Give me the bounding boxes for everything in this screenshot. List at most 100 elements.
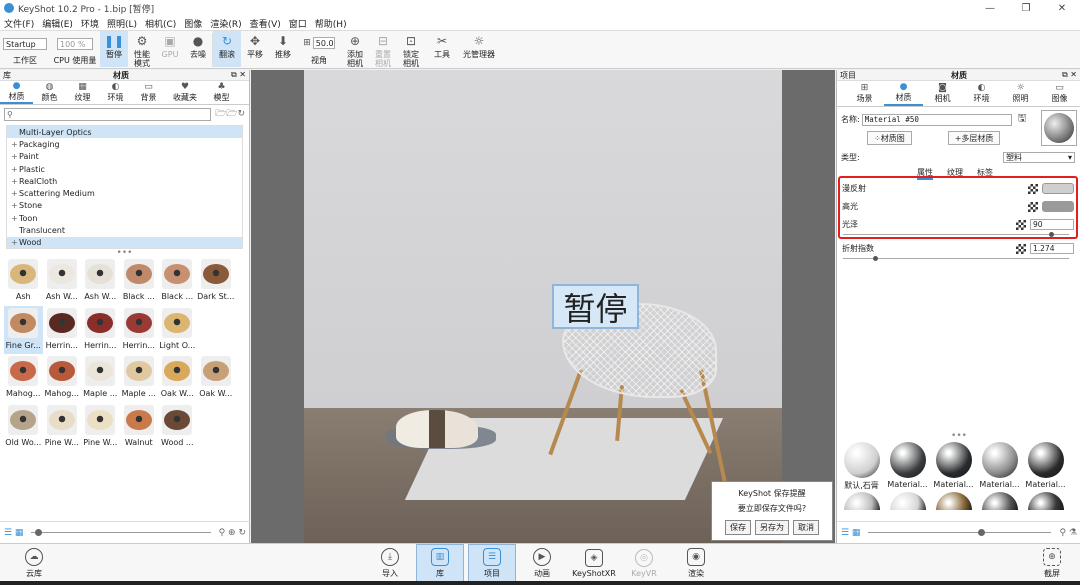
fov-input[interactable]: 50.0 (312, 37, 335, 49)
pan-button[interactable]: ✥ 平移 (241, 31, 269, 67)
menu-window[interactable]: 窗口 (285, 17, 311, 30)
animation-button[interactable]: ▶ 动画 (518, 544, 566, 582)
material-swatch[interactable]: Old Wo... (4, 403, 43, 452)
menu-environment[interactable]: 环境 (77, 17, 103, 30)
folder-icons[interactable]: 🗁🗁↻ (215, 106, 245, 122)
project-material-item[interactable] (887, 492, 928, 510)
project-material-item[interactable]: Material... (933, 442, 974, 491)
thumbnail-size-slider[interactable] (31, 529, 211, 536)
performance-mode-button[interactable]: ⚙ 性能 模式 (128, 31, 156, 68)
keyshotxr-button[interactable]: ◈ KeyShotXR (570, 544, 618, 582)
project-material-item[interactable]: Material... (887, 442, 928, 491)
tree-item[interactable]: + RealCloth (7, 175, 242, 187)
project-material-item[interactable] (1025, 492, 1066, 510)
tab-camera[interactable]: ◙ 相机 (923, 81, 962, 106)
keyvr-button[interactable]: ◎ KeyVR (620, 544, 668, 582)
tab-lighting[interactable]: ☼ 照明 (1001, 81, 1040, 106)
tab-favorites[interactable]: ♥ 收藏夹 (165, 81, 205, 104)
texture-icon[interactable] (1016, 219, 1026, 230)
cloud-library-button[interactable]: ☁ 云库 (10, 544, 58, 582)
project-material-item[interactable] (933, 492, 974, 510)
tree-item[interactable]: Multi-Layer Optics (7, 126, 242, 139)
workspace-select[interactable]: Startup (3, 38, 47, 50)
material-swatch[interactable]: Ash W... (43, 257, 82, 306)
project-material-item[interactable]: Material... (979, 442, 1020, 491)
menu-image[interactable]: 图像 (180, 17, 206, 30)
material-swatch[interactable]: Dark St... (197, 257, 236, 306)
tab-material[interactable]: ● 材质 (884, 81, 923, 106)
material-swatch[interactable]: Mahog... (4, 354, 43, 403)
material-swatch[interactable]: Pine W... (81, 403, 120, 452)
tab-materials[interactable]: ● 材质 (0, 81, 33, 104)
light-manager-button[interactable]: ☼ 光管理器 (459, 31, 499, 67)
material-swatch[interactable]: Oak W... (158, 354, 197, 403)
material-swatch[interactable]: Herrin... (120, 306, 159, 355)
splitter-handle[interactable]: ••• (0, 249, 249, 258)
tab-colors[interactable]: ◍ 颜色 (33, 81, 66, 104)
splitter-handle[interactable]: ••• (837, 432, 1080, 441)
ior-input[interactable]: 1.274 (1030, 243, 1074, 254)
material-swatch[interactable]: Light O... (158, 306, 197, 355)
texture-icon[interactable] (1028, 201, 1038, 212)
material-graph-button[interactable]: ⁘ 材质图 (867, 131, 912, 145)
save-as-button[interactable]: 另存为 (755, 520, 789, 535)
material-swatch[interactable]: Black ... (120, 257, 159, 306)
tab-scene[interactable]: ⊞ 场景 (845, 81, 884, 106)
menu-edit[interactable]: 编辑(E) (38, 17, 77, 30)
cancel-button[interactable]: 取消 (793, 520, 819, 535)
tab-textures[interactable]: ▦ 纹理 (66, 81, 99, 104)
tree-item[interactable]: Translucent (7, 224, 242, 236)
material-swatch[interactable]: Pine W... (43, 403, 82, 452)
material-swatch[interactable]: Mahog... (43, 354, 82, 403)
menu-render[interactable]: 渲染(R) (206, 17, 245, 30)
tab-environments[interactable]: ◐ 环境 (99, 81, 132, 104)
tree-item[interactable]: + Toon (7, 212, 242, 224)
diffuse-color-swatch[interactable] (1042, 183, 1074, 194)
project-material-item[interactable] (979, 492, 1020, 510)
tab-environment[interactable]: ◐ 环境 (962, 81, 1001, 106)
menu-camera[interactable]: 相机(C) (141, 17, 180, 30)
denoise-button[interactable]: ● 去噪 (184, 31, 212, 67)
panel-close-icon[interactable]: ⧉ ✕ (231, 70, 246, 80)
material-swatch[interactable]: Oak W... (197, 354, 236, 403)
project-button[interactable]: ☰ 项目 (468, 544, 516, 582)
specular-color-swatch[interactable] (1042, 201, 1074, 212)
ior-slider[interactable] (843, 256, 1069, 261)
tab-image[interactable]: ▭ 图像 (1040, 81, 1079, 106)
material-type-select[interactable]: 塑料 ▾ (1003, 152, 1075, 163)
texture-icon[interactable] (1028, 183, 1038, 194)
tree-item[interactable]: + Stone (7, 200, 242, 212)
texture-icon[interactable] (1016, 243, 1026, 254)
material-swatch[interactable]: Black ... (158, 257, 197, 306)
material-swatch[interactable]: Ash W... (81, 257, 120, 306)
material-swatch[interactable]: Maple ... (120, 354, 159, 403)
list-view-icon[interactable]: ☰ ▦ (841, 528, 860, 538)
zoom-icon[interactable]: ⚲ ⚗ (1059, 528, 1077, 538)
material-swatch[interactable]: Walnut (120, 403, 159, 452)
tools-button[interactable]: ✂ 工具 (425, 31, 459, 67)
material-swatch[interactable]: Fine Gr... (4, 305, 43, 354)
lock-camera-button[interactable]: ⊡ 锁定 相机 (397, 31, 425, 68)
thumbnail-size-slider[interactable] (868, 529, 1052, 536)
gpu-button[interactable]: ▣ GPU (156, 31, 184, 67)
reset-camera-button[interactable]: ⊟ 重置 相机 (369, 31, 397, 68)
tree-item[interactable]: + Packaging (7, 138, 242, 150)
tree-item[interactable]: + Scattering Medium (7, 187, 242, 199)
menu-lighting[interactable]: 照明(L) (103, 17, 141, 30)
zoom-icon[interactable]: ⚲ ⊕ ↻ (219, 528, 246, 538)
menu-file[interactable]: 文件(F) (0, 17, 38, 30)
render-viewport[interactable]: 暂停 KeyShot 保存提醒 要立即保存文件吗? 保存 另存为 取消 (251, 70, 835, 543)
project-material-item[interactable]: Material... (1025, 442, 1066, 491)
render-button[interactable]: ◉ 渲染 (672, 544, 720, 582)
minimize-button[interactable]: — (972, 0, 1008, 16)
material-swatch[interactable]: Ash (4, 257, 43, 306)
material-swatch[interactable]: Wood ... (158, 403, 197, 452)
material-preview[interactable] (1041, 110, 1077, 146)
gloss-slider[interactable] (843, 232, 1069, 237)
material-name-input[interactable]: Material #50 (861, 113, 1012, 126)
import-button[interactable]: ⤓ 导入 (366, 544, 414, 582)
tab-backplates[interactable]: ▭ 背景 (132, 81, 165, 104)
add-camera-button[interactable]: ⊕ 添加 相机 (341, 31, 369, 68)
maximize-button[interactable]: ❐ (1008, 0, 1044, 16)
material-swatch[interactable]: Herrin... (43, 306, 82, 355)
